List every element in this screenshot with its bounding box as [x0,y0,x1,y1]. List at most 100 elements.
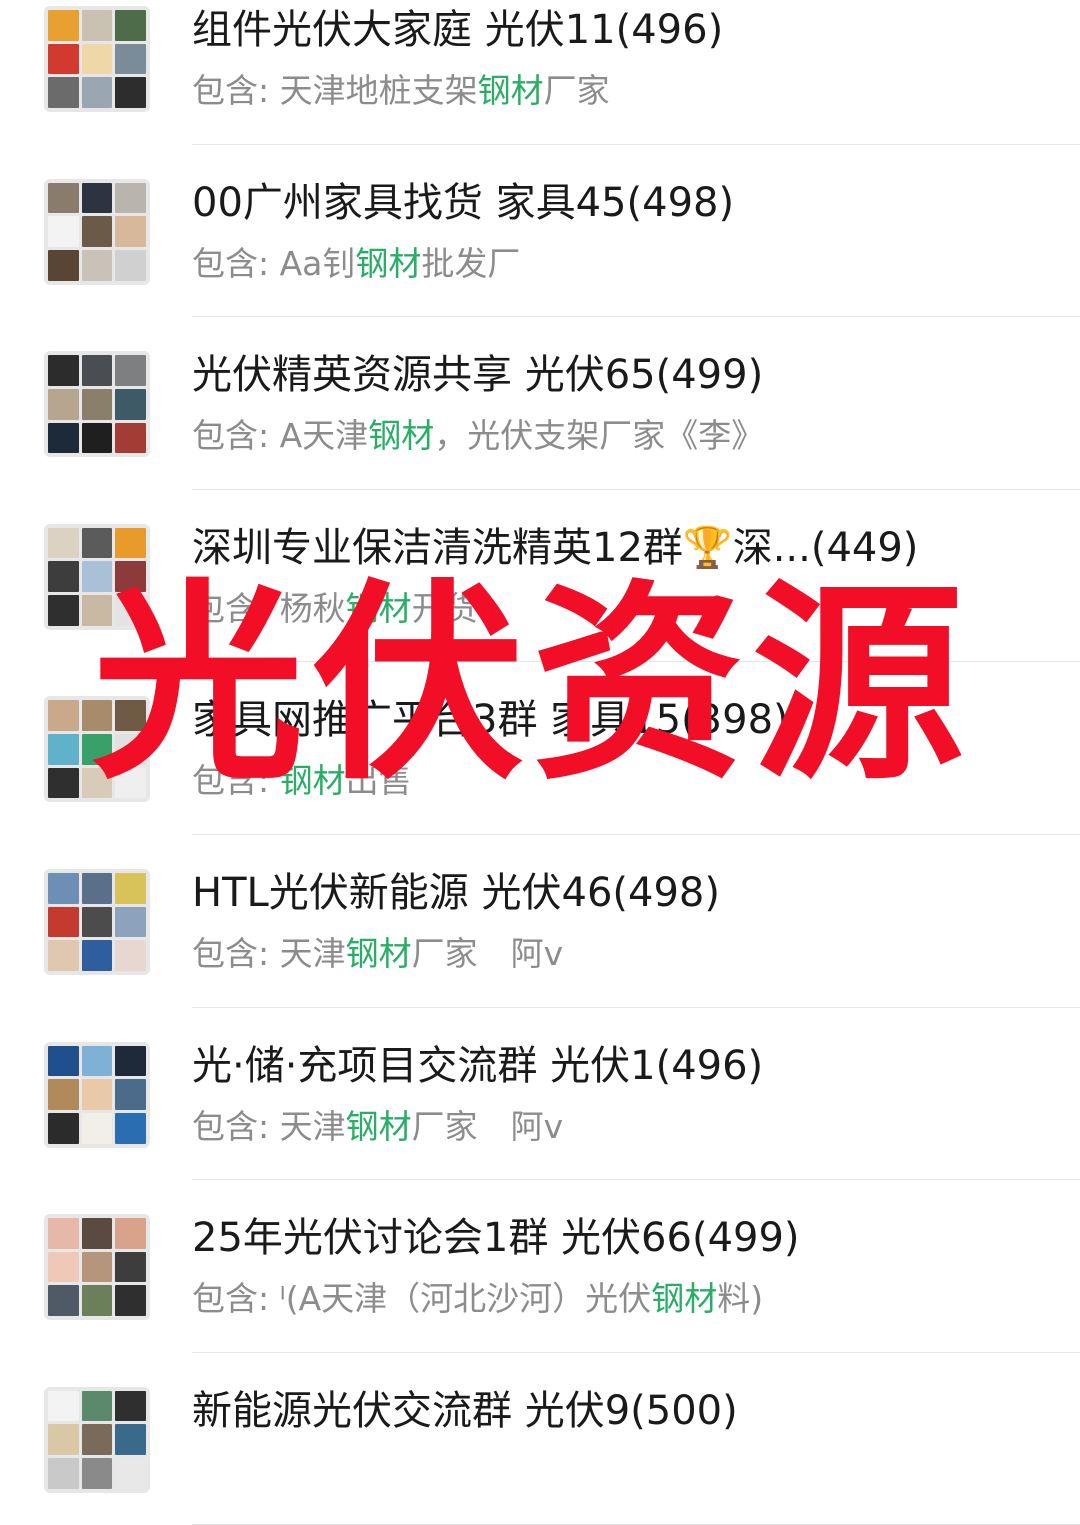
avatar-member-thumbnail [81,1112,113,1144]
avatar-member-thumbnail [48,1458,79,1489]
chat-group-row[interactable]: 家具网推广平台3群 家具15(398) 包含: 钢材出售 [0,662,1080,835]
avatar-member-thumbnail [48,561,79,593]
avatar-member-thumbnail [48,872,79,904]
avatar-member-thumbnail [115,561,146,593]
group-member-match: 包含: 天津地桩支架钢材厂家 [192,68,610,114]
avatar-member-thumbnail [115,1458,146,1489]
avatar-member-thumbnail [115,1045,146,1077]
match-prefix: 包含: 天津 [192,1106,346,1146]
match-highlight: 钢材 [368,416,435,456]
avatar-member-thumbnail [81,388,113,420]
avatar-member-thumbnail [48,1285,79,1317]
match-highlight: 钢材 [345,1106,412,1146]
avatar-member-thumbnail [115,734,146,765]
group-list: 组件光伏大家庭 光伏11(496) 包含: 天津地桩支架钢材厂家 00广州家具找货 … [0,0,1080,1525]
group-title: 光伏精英资源共享 光伏65(499) [192,352,764,399]
avatar-member-thumbnail [81,906,113,938]
avatar-member-thumbnail [81,527,113,559]
match-highlight: 钢材 [345,933,412,973]
avatar-member-thumbnail [115,1251,146,1283]
chat-group-row[interactable]: 25年光伏讨论会1群 光伏66(499) 包含: ᴵ(A天津（河北沙河）光伏钢材料… [0,1180,1080,1353]
group-title: 新能源光伏交流群 光伏9(500) [192,1387,738,1434]
avatar-member-thumbnail [48,1045,79,1077]
avatar-member-thumbnail [81,595,113,626]
match-highlight: 钢材 [345,588,412,628]
avatar-member-thumbnail [81,249,113,281]
avatar-member-thumbnail [81,1045,113,1077]
match-prefix: 包含: 天津地桩支架 [192,71,478,110]
avatar-member-thumbnail [115,1218,146,1249]
avatar-member-thumbnail [115,355,146,386]
match-highlight: 钢材 [355,243,422,283]
group-member-match: 包含: 天津钢材厂家 阿v [192,1104,563,1150]
avatar-member-thumbnail [81,872,113,904]
group-member-match: 包含: 钢材出售 [192,758,412,804]
avatar-member-thumbnail [81,43,113,75]
avatar-member-thumbnail [48,10,79,41]
group-member-match: 包含: A天津钢材，光伏支架厂家《李》 [192,413,764,459]
avatar-member-thumbnail [115,43,146,75]
avatar-member-thumbnail [48,940,79,971]
group-avatar[interactable] [44,696,150,803]
group-avatar[interactable] [44,1214,150,1321]
avatar-member-thumbnail [48,77,79,108]
group-title: HTL光伏新能源 光伏46(498) [192,869,720,916]
group-member-match: 包含: ᴵ(A天津（河北沙河）光伏钢材料) [192,1276,763,1322]
avatar-member-thumbnail [48,595,79,626]
chat-group-row[interactable]: HTL光伏新能源 光伏46(498) 包含: 天津钢材厂家 阿v [0,835,1080,1008]
avatar-member-thumbnail [115,767,146,799]
avatar-member-thumbnail [81,77,113,108]
group-title: 光·储·充项目交流群 光伏1(496) [192,1042,764,1089]
chat-group-row[interactable]: 00广州家具找货 家具45(498) 包含: Aa钊钢材批发厂 [0,145,1080,318]
avatar-member-thumbnail [115,940,146,971]
match-highlight: 钢材 [279,761,346,801]
avatar-member-thumbnail [48,700,79,732]
group-avatar[interactable] [44,868,150,975]
avatar-member-thumbnail [81,1218,113,1249]
avatar-member-thumbnail [115,388,146,420]
match-prefix: 包含: ᴵ(A天津（河北沙河）光伏 [192,1279,652,1319]
avatar-member-thumbnail [81,700,113,732]
group-title: 00广州家具找货 家具45(498) [192,179,735,226]
chat-group-row[interactable]: 深圳专业保洁清洗精英12群🏆深...(449) 包含: 杨秋钢材开货 [0,490,1080,663]
avatar-member-thumbnail [115,422,146,454]
avatar-member-thumbnail [81,1079,113,1110]
avatar-member-thumbnail [48,182,79,214]
group-member-match: 包含: 天津钢材厂家 阿v [192,931,563,977]
match-suffix: 厂家 阿v [411,1106,564,1146]
avatar-member-thumbnail [48,1390,79,1422]
avatar-member-thumbnail [48,1218,79,1249]
avatar-member-thumbnail [48,906,79,938]
avatar-member-thumbnail [115,77,146,108]
group-title: 深圳专业保洁清洗精英12群🏆深...(449) [192,524,919,571]
group-title: 组件光伏大家庭 光伏11(496) [192,7,724,53]
match-suffix: 开货 [411,588,478,628]
group-avatar[interactable] [44,6,150,112]
group-avatar[interactable] [44,178,150,285]
match-suffix: 料) [717,1279,764,1319]
avatar-member-thumbnail [81,422,113,454]
avatar-member-thumbnail [81,355,113,386]
chat-group-row[interactable]: 光伏精英资源共享 光伏65(499) 包含: A天津钢材，光伏支架厂家《李》 [0,317,1080,490]
chat-group-row[interactable]: 新能源光伏交流群 光伏9(500) [0,1353,1080,1525]
group-avatar[interactable] [44,523,150,630]
chat-group-row[interactable]: 组件光伏大家庭 光伏11(496) 包含: 天津地桩支架钢材厂家 [0,0,1080,145]
match-prefix: 包含: Aa钊 [192,243,356,283]
group-member-match: 包含: 杨秋钢材开货 [192,586,478,632]
avatar-member-thumbnail [48,43,79,75]
match-prefix: 包含: 杨秋 [192,588,346,628]
chat-group-row[interactable]: 光·储·充项目交流群 光伏1(496) 包含: 天津钢材厂家 阿v [0,1008,1080,1181]
match-suffix: ，光伏支架厂家《李》 [434,416,765,456]
avatar-member-thumbnail [48,734,79,765]
avatar-member-thumbnail [48,216,79,247]
avatar-member-thumbnail [81,1390,113,1422]
group-avatar[interactable] [44,351,150,458]
avatar-member-thumbnail [81,182,113,214]
avatar-member-thumbnail [115,1112,146,1144]
match-prefix: 包含: 天津 [192,933,346,973]
group-title: 25年光伏讨论会1群 光伏66(499) [192,1215,800,1262]
match-prefix: 包含: [192,761,280,801]
group-avatar[interactable] [44,1041,150,1148]
avatar-member-thumbnail [48,1251,79,1283]
avatar-member-thumbnail [115,527,146,559]
